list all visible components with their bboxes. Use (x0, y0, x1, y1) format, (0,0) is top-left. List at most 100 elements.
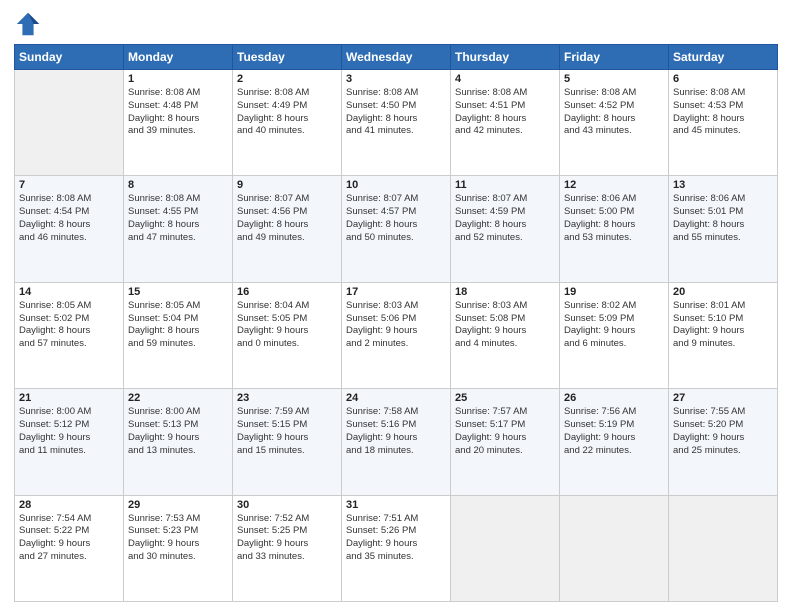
day-number: 22 (128, 392, 228, 404)
day-number: 9 (237, 179, 337, 191)
day-number: 25 (455, 392, 555, 404)
header-row: SundayMondayTuesdayWednesdayThursdayFrid… (15, 45, 778, 70)
day-cell: 24 Sunrise: 7:58 AM Sunset: 5:16 PM Dayli… (342, 389, 451, 495)
day-info: Sunrise: 7:57 AM Sunset: 5:17 PM Dayligh… (455, 406, 555, 457)
day-info: Sunrise: 8:04 AM Sunset: 5:05 PM Dayligh… (237, 300, 337, 351)
day-cell: 17 Sunrise: 8:03 AM Sunset: 5:06 PM Dayli… (342, 282, 451, 388)
day-number: 1 (128, 73, 228, 85)
day-number: 4 (455, 73, 555, 85)
day-number: 16 (237, 286, 337, 298)
day-cell: 6 Sunrise: 8:08 AM Sunset: 4:53 PM Daylig… (669, 70, 778, 176)
day-number: 3 (346, 73, 446, 85)
header (14, 10, 778, 38)
day-info: Sunrise: 8:07 AM Sunset: 4:57 PM Dayligh… (346, 193, 446, 244)
header-cell-monday: Monday (124, 45, 233, 70)
day-number: 20 (673, 286, 773, 298)
day-info: Sunrise: 8:06 AM Sunset: 5:01 PM Dayligh… (673, 193, 773, 244)
day-number: 23 (237, 392, 337, 404)
header-cell-friday: Friday (560, 45, 669, 70)
day-number: 14 (19, 286, 119, 298)
day-cell: 11 Sunrise: 8:07 AM Sunset: 4:59 PM Dayli… (451, 176, 560, 282)
day-number: 31 (346, 499, 446, 511)
day-info: Sunrise: 7:56 AM Sunset: 5:19 PM Dayligh… (564, 406, 664, 457)
day-info: Sunrise: 8:08 AM Sunset: 4:49 PM Dayligh… (237, 87, 337, 138)
day-info: Sunrise: 7:55 AM Sunset: 5:20 PM Dayligh… (673, 406, 773, 457)
day-info: Sunrise: 8:03 AM Sunset: 5:06 PM Dayligh… (346, 300, 446, 351)
day-cell: 9Sunrise: 8:07 AM Sunset: 4:56 PM Daylig… (233, 176, 342, 282)
day-cell: 26 Sunrise: 7:56 AM Sunset: 5:19 PM Dayli… (560, 389, 669, 495)
day-info: Sunrise: 8:01 AM Sunset: 5:10 PM Dayligh… (673, 300, 773, 351)
day-number: 10 (346, 179, 446, 191)
day-info: Sunrise: 8:06 AM Sunset: 5:00 PM Dayligh… (564, 193, 664, 244)
day-cell: 4 Sunrise: 8:08 AM Sunset: 4:51 PM Daylig… (451, 70, 560, 176)
page: SundayMondayTuesdayWednesdayThursdayFrid… (0, 0, 792, 612)
day-number: 6 (673, 73, 773, 85)
day-number: 12 (564, 179, 664, 191)
week-row-2: 14Sunrise: 8:05 AM Sunset: 5:02 PM Dayli… (15, 282, 778, 388)
day-info: Sunrise: 7:58 AM Sunset: 5:16 PM Dayligh… (346, 406, 446, 457)
day-cell: 25 Sunrise: 7:57 AM Sunset: 5:17 PM Dayli… (451, 389, 560, 495)
day-number: 18 (455, 286, 555, 298)
day-number: 11 (455, 179, 555, 191)
calendar-body: 1 Sunrise: 8:08 AM Sunset: 4:48 PM Daylig… (15, 70, 778, 602)
header-cell-sunday: Sunday (15, 45, 124, 70)
day-info: Sunrise: 8:08 AM Sunset: 4:50 PM Dayligh… (346, 87, 446, 138)
day-number: 19 (564, 286, 664, 298)
day-info: Sunrise: 8:00 AM Sunset: 5:13 PM Dayligh… (128, 406, 228, 457)
day-info: Sunrise: 8:05 AM Sunset: 5:04 PM Dayligh… (128, 300, 228, 351)
day-number: 17 (346, 286, 446, 298)
day-cell: 7Sunrise: 8:08 AM Sunset: 4:54 PM Daylig… (15, 176, 124, 282)
day-number: 24 (346, 392, 446, 404)
day-cell (669, 495, 778, 601)
header-cell-wednesday: Wednesday (342, 45, 451, 70)
logo-icon (14, 10, 42, 38)
header-cell-tuesday: Tuesday (233, 45, 342, 70)
day-cell: 22 Sunrise: 8:00 AM Sunset: 5:13 PM Dayli… (124, 389, 233, 495)
day-cell (15, 70, 124, 176)
day-cell: 16 Sunrise: 8:04 AM Sunset: 5:05 PM Dayli… (233, 282, 342, 388)
day-cell: 12 Sunrise: 8:06 AM Sunset: 5:00 PM Dayli… (560, 176, 669, 282)
day-info: Sunrise: 8:08 AM Sunset: 4:51 PM Dayligh… (455, 87, 555, 138)
day-info: Sunrise: 7:59 AM Sunset: 5:15 PM Dayligh… (237, 406, 337, 457)
week-row-1: 7Sunrise: 8:08 AM Sunset: 4:54 PM Daylig… (15, 176, 778, 282)
day-cell: 27Sunrise: 7:55 AM Sunset: 5:20 PM Dayli… (669, 389, 778, 495)
day-info: Sunrise: 7:52 AM Sunset: 5:25 PM Dayligh… (237, 513, 337, 564)
day-info: Sunrise: 8:02 AM Sunset: 5:09 PM Dayligh… (564, 300, 664, 351)
day-number: 13 (673, 179, 773, 191)
week-row-0: 1 Sunrise: 8:08 AM Sunset: 4:48 PM Daylig… (15, 70, 778, 176)
day-cell (560, 495, 669, 601)
day-info: Sunrise: 8:08 AM Sunset: 4:53 PM Dayligh… (673, 87, 773, 138)
day-number: 8 (128, 179, 228, 191)
day-cell (451, 495, 560, 601)
day-number: 29 (128, 499, 228, 511)
day-number: 5 (564, 73, 664, 85)
header-cell-thursday: Thursday (451, 45, 560, 70)
day-info: Sunrise: 7:53 AM Sunset: 5:23 PM Dayligh… (128, 513, 228, 564)
day-number: 21 (19, 392, 119, 404)
day-info: Sunrise: 7:54 AM Sunset: 5:22 PM Dayligh… (19, 513, 119, 564)
week-row-4: 28 Sunrise: 7:54 AM Sunset: 5:22 PM Dayli… (15, 495, 778, 601)
day-info: Sunrise: 8:07 AM Sunset: 4:59 PM Dayligh… (455, 193, 555, 244)
day-info: Sunrise: 8:08 AM Sunset: 4:52 PM Dayligh… (564, 87, 664, 138)
day-info: Sunrise: 8:08 AM Sunset: 4:55 PM Dayligh… (128, 193, 228, 244)
day-number: 30 (237, 499, 337, 511)
header-cell-saturday: Saturday (669, 45, 778, 70)
day-info: Sunrise: 8:00 AM Sunset: 5:12 PM Dayligh… (19, 406, 119, 457)
calendar-table: SundayMondayTuesdayWednesdayThursdayFrid… (14, 44, 778, 602)
day-info: Sunrise: 7:51 AM Sunset: 5:26 PM Dayligh… (346, 513, 446, 564)
day-cell: 29 Sunrise: 7:53 AM Sunset: 5:23 PM Dayli… (124, 495, 233, 601)
day-number: 7 (19, 179, 119, 191)
day-info: Sunrise: 8:08 AM Sunset: 4:48 PM Dayligh… (128, 87, 228, 138)
logo (14, 10, 46, 38)
day-number: 28 (19, 499, 119, 511)
day-cell: 20 Sunrise: 8:01 AM Sunset: 5:10 PM Dayli… (669, 282, 778, 388)
day-cell: 30 Sunrise: 7:52 AM Sunset: 5:25 PM Dayli… (233, 495, 342, 601)
day-number: 26 (564, 392, 664, 404)
day-cell: 14Sunrise: 8:05 AM Sunset: 5:02 PM Dayli… (15, 282, 124, 388)
day-cell: 1 Sunrise: 8:08 AM Sunset: 4:48 PM Daylig… (124, 70, 233, 176)
day-cell: 2Sunrise: 8:08 AM Sunset: 4:49 PM Daylig… (233, 70, 342, 176)
day-cell: 10 Sunrise: 8:07 AM Sunset: 4:57 PM Dayli… (342, 176, 451, 282)
calendar-header: SundayMondayTuesdayWednesdayThursdayFrid… (15, 45, 778, 70)
day-cell: 13 Sunrise: 8:06 AM Sunset: 5:01 PM Dayli… (669, 176, 778, 282)
day-cell: 23 Sunrise: 7:59 AM Sunset: 5:15 PM Dayli… (233, 389, 342, 495)
